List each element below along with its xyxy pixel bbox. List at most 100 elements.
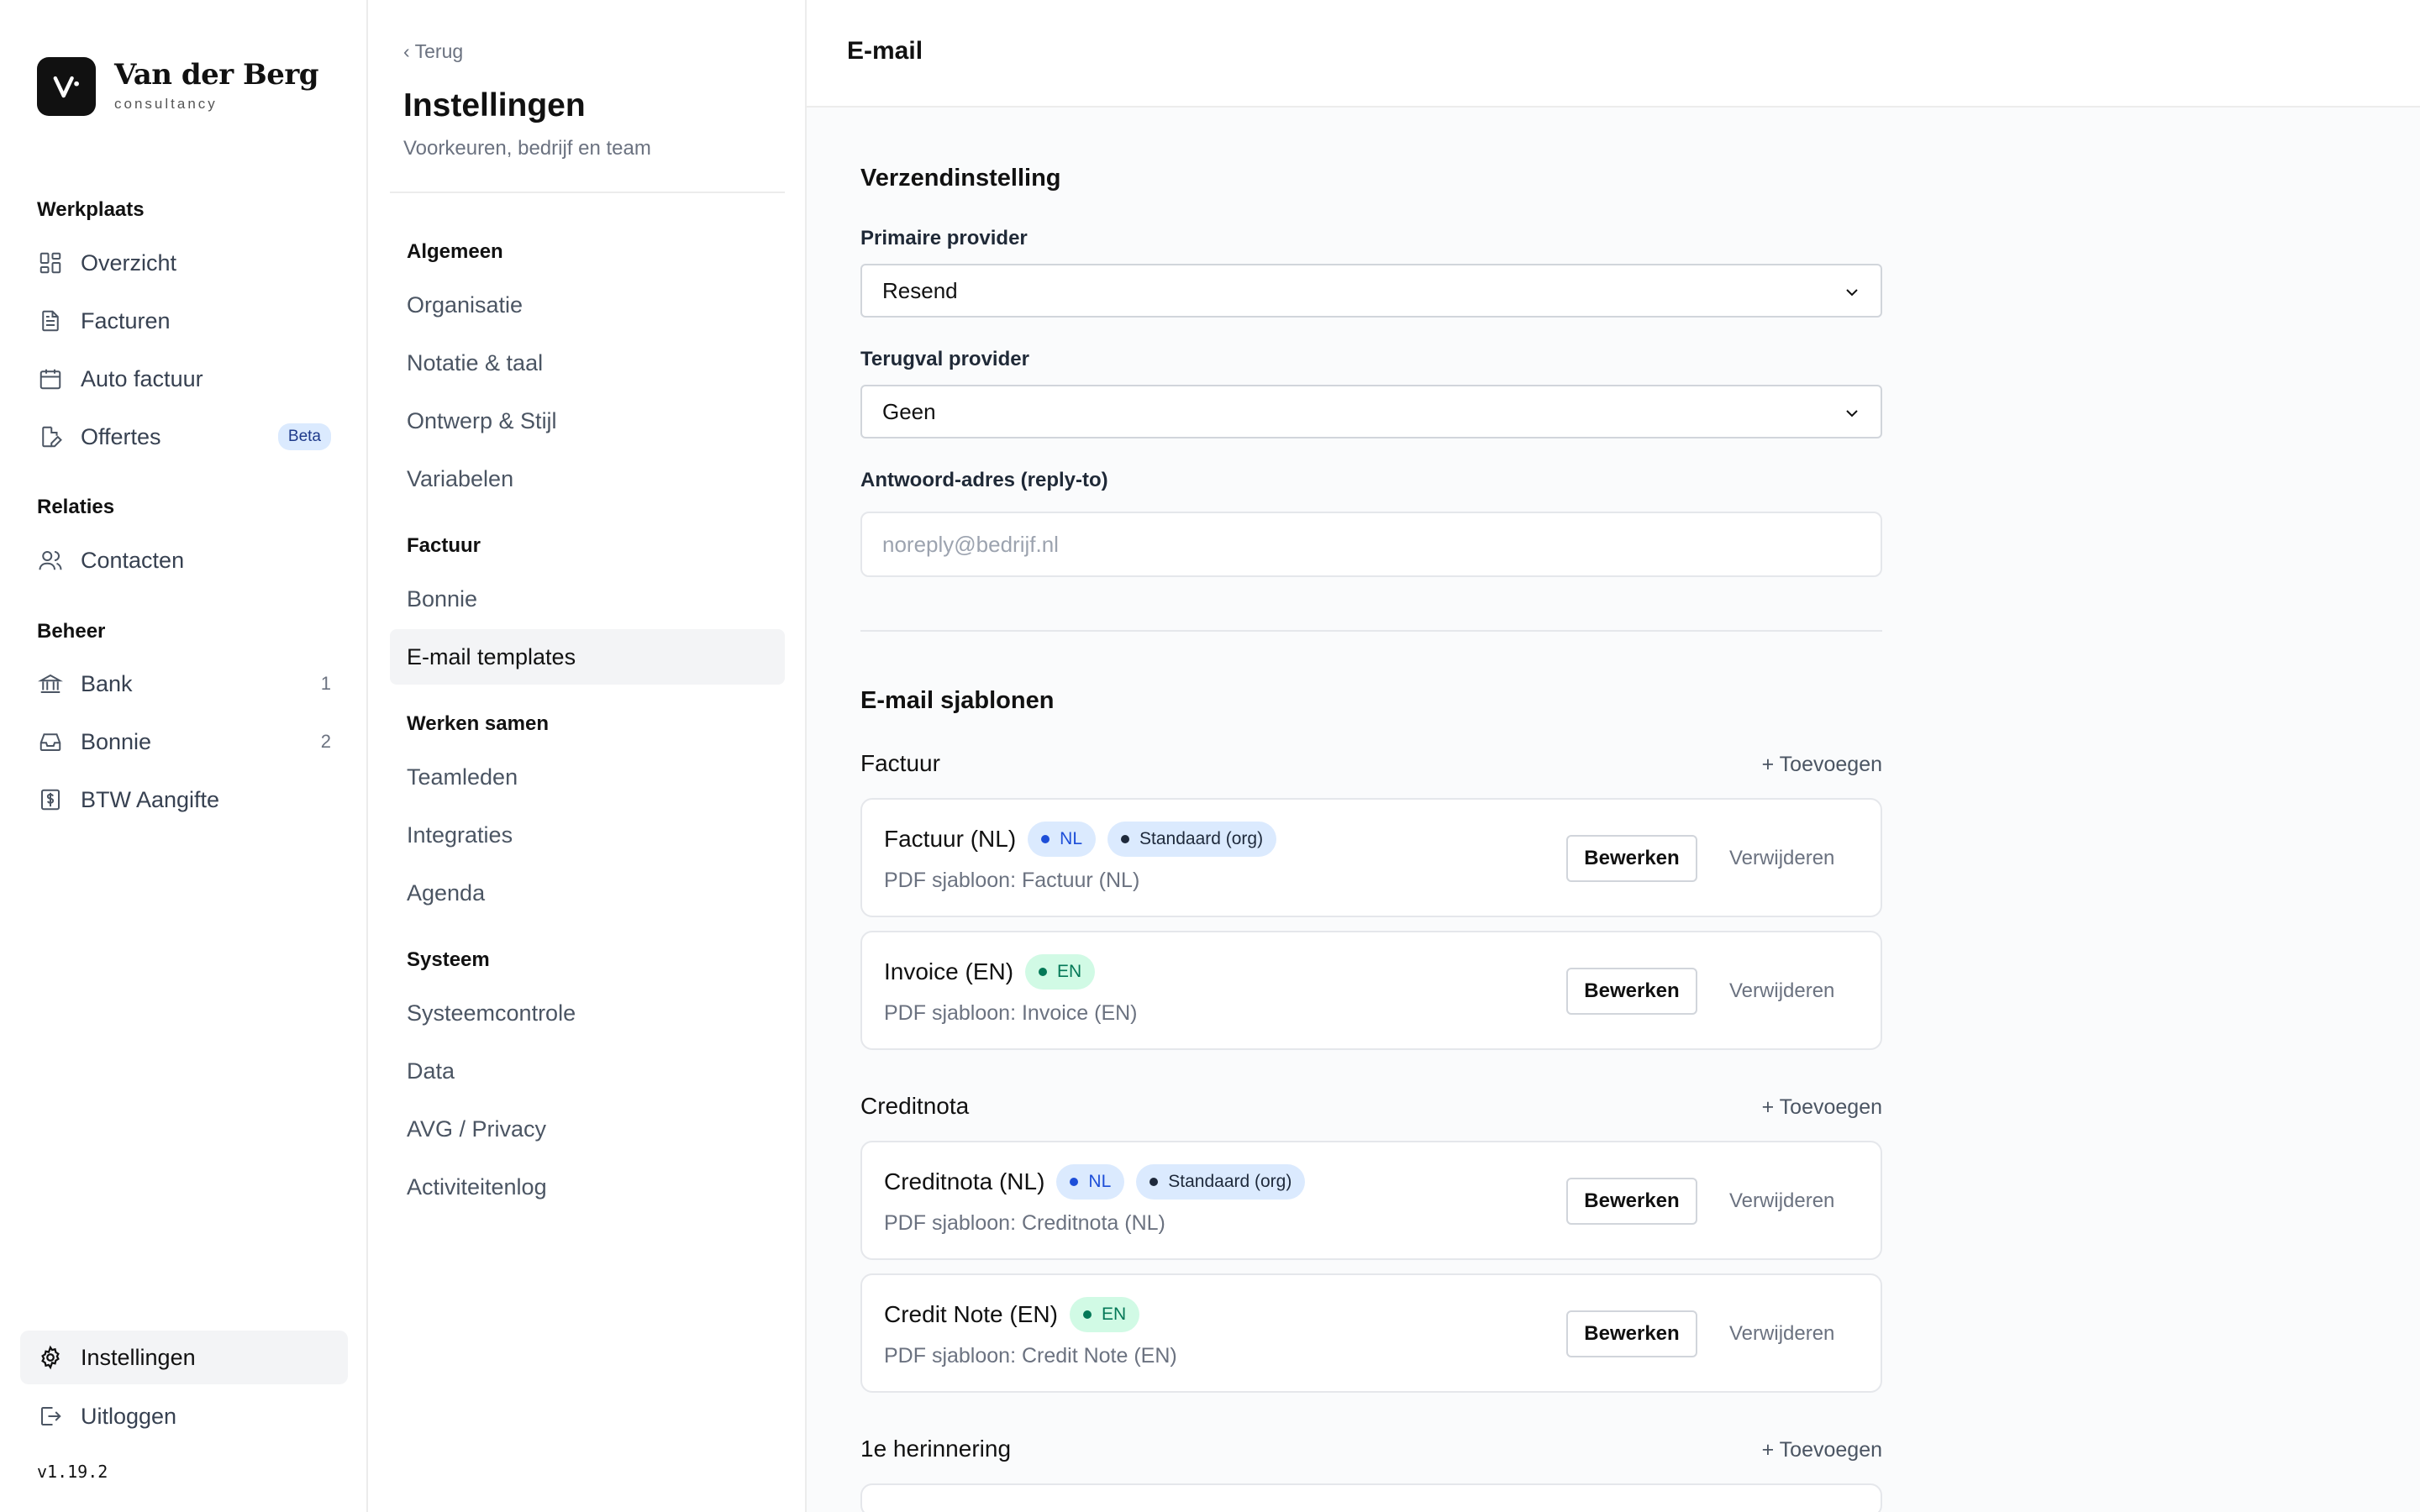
default-badge: Standaard (org) xyxy=(1107,822,1277,857)
beta-badge: Beta xyxy=(277,423,331,450)
template-card-factuur-nl: Factuur (NL) NL Standaard (org) PDF sjab… xyxy=(860,798,1882,917)
nav-item-bonnie[interactable]: Bonnie 2 xyxy=(20,715,348,769)
subnav-group-factuur: Factuur xyxy=(407,534,481,557)
main-content: E-mail Verzendinstelling Primaire provid… xyxy=(807,0,2420,1512)
gear-icon xyxy=(37,1344,64,1371)
primary-provider-select[interactable]: Resend xyxy=(860,264,1882,318)
inbox-icon xyxy=(37,728,64,755)
bonnie-count: 2 xyxy=(320,731,331,752)
dot-icon xyxy=(1070,1178,1079,1186)
template-pdf-label: PDF sjabloon: Factuur (NL) xyxy=(884,869,1140,892)
template-card-invoice-en: Invoice (EN) EN PDF sjabloon: Invoice (E… xyxy=(860,931,1882,1050)
subnav-item-teamleden[interactable]: Teamleden xyxy=(390,749,785,805)
subnav-item-systeemcontrole[interactable]: Systeemcontrole xyxy=(390,985,785,1041)
primary-provider-label: Primaire provider xyxy=(860,227,1028,249)
subnav-item-email-templates[interactable]: E-mail templates xyxy=(390,629,785,685)
section-divider xyxy=(860,630,1882,632)
category-creditnota: Creditnota xyxy=(860,1093,970,1119)
add-herinnering-template-link[interactable]: + Toevoegen xyxy=(1762,1438,1882,1462)
subnav-item-avg-privacy[interactable]: AVG / Privacy xyxy=(390,1101,785,1157)
default-badge: Standaard (org) xyxy=(1136,1164,1306,1200)
delete-link[interactable]: Verwijderen xyxy=(1729,1322,1834,1346)
logo-icon xyxy=(37,57,96,116)
template-name: Factuur (NL) xyxy=(884,826,1017,852)
add-factuur-template-link[interactable]: + Toevoegen xyxy=(1762,753,1882,777)
category-factuur: Factuur xyxy=(860,750,940,776)
section-title-email-sjablonen: E-mail sjablonen xyxy=(860,687,1055,714)
reply-to-input[interactable] xyxy=(860,512,1882,577)
subnav-item-data[interactable]: Data xyxy=(390,1043,785,1099)
nav-section-relaties: Relaties xyxy=(37,496,115,518)
edit-button[interactable]: Bewerken xyxy=(1566,968,1697,1015)
nav-section-werkplaats: Werkplaats xyxy=(37,198,145,221)
subnav-item-ontwerp-stijl[interactable]: Ontwerp & Stijl xyxy=(390,393,785,449)
brand-name: Van der Berg xyxy=(114,58,319,92)
nav-item-auto-factuur[interactable]: Auto factuur xyxy=(20,352,348,406)
subnav-item-organisatie[interactable]: Organisatie xyxy=(390,277,785,333)
language-badge-nl: NL xyxy=(1028,822,1097,857)
calendar-icon xyxy=(37,365,64,392)
nav-item-contacten[interactable]: Contacten xyxy=(20,533,348,587)
nav-item-label: Bonnie xyxy=(81,728,152,754)
template-pdf-label: PDF sjabloon: Credit Note (EN) xyxy=(884,1344,1177,1368)
grid-icon xyxy=(37,249,64,276)
template-name: Creditnota (NL) xyxy=(884,1168,1045,1194)
primary-provider-value: Resend xyxy=(882,277,958,303)
brand[interactable]: Van der Berg consultancy xyxy=(37,57,319,116)
nav-item-label: Facturen xyxy=(81,307,171,333)
bank-icon xyxy=(37,670,64,697)
logout-icon xyxy=(37,1403,64,1430)
dot-icon xyxy=(1121,835,1130,843)
nav-item-overzicht[interactable]: Overzicht xyxy=(20,236,348,290)
nav-item-offertes[interactable]: Offertes Beta xyxy=(20,410,348,464)
template-pdf-label: PDF sjabloon: Invoice (EN) xyxy=(884,1001,1138,1025)
chevron-down-icon xyxy=(1846,410,1858,417)
edit-button[interactable]: Bewerken xyxy=(1566,835,1697,882)
receipt-dollar-icon xyxy=(37,786,64,813)
reply-to-label: Antwoord-adres (reply-to) xyxy=(860,469,1108,491)
delete-link[interactable]: Verwijderen xyxy=(1729,979,1834,1003)
subnav-item-bonnie[interactable]: Bonnie xyxy=(390,571,785,627)
template-name: Invoice (EN) xyxy=(884,958,1014,984)
dot-icon xyxy=(1082,1310,1092,1319)
section-title-verzendinstelling: Verzendinstelling xyxy=(860,165,1061,192)
chevron-down-icon xyxy=(1846,289,1858,297)
subnav-item-integraties[interactable]: Integraties xyxy=(390,807,785,863)
nav-item-btw-aangifte[interactable]: BTW Aangifte xyxy=(20,773,348,827)
subnav-item-agenda[interactable]: Agenda xyxy=(390,865,785,921)
nav-item-bank[interactable]: Bank 1 xyxy=(20,657,348,711)
delete-link[interactable]: Verwijderen xyxy=(1729,847,1834,870)
subnav-item-variabelen[interactable]: Variabelen xyxy=(390,451,785,507)
edit-button[interactable]: Bewerken xyxy=(1566,1310,1697,1357)
subnav-item-notatie-taal[interactable]: Notatie & taal xyxy=(390,335,785,391)
template-name: Credit Note (EN) xyxy=(884,1301,1058,1327)
settings-title: Instellingen xyxy=(403,87,586,123)
nav-item-label: Auto factuur xyxy=(81,365,203,391)
fallback-provider-select[interactable]: Geen xyxy=(860,385,1882,438)
language-badge-en: EN xyxy=(1025,954,1096,990)
main-header: E-mail xyxy=(807,0,2420,108)
nav-item-label: BTW Aangifte xyxy=(81,786,220,812)
nav-item-facturen[interactable]: Facturen xyxy=(20,294,348,348)
nav-item-uitloggen[interactable]: Uitloggen xyxy=(20,1389,348,1443)
subnav-group-algemeen: Algemeen xyxy=(407,240,503,263)
edit-button[interactable]: Bewerken xyxy=(1566,1178,1697,1225)
back-link[interactable]: ‹ Terug xyxy=(403,40,463,63)
nav-item-label: Offertes xyxy=(81,423,161,449)
template-card-partial xyxy=(860,1483,1882,1512)
nav-item-label: Bank xyxy=(81,670,133,696)
dot-icon xyxy=(1041,835,1050,843)
nav-item-label: Contacten xyxy=(81,547,185,573)
delete-link[interactable]: Verwijderen xyxy=(1729,1189,1834,1213)
language-badge-en: EN xyxy=(1069,1297,1140,1332)
nav-item-label: Instellingen xyxy=(81,1344,196,1370)
add-creditnota-template-link[interactable]: + Toevoegen xyxy=(1762,1095,1882,1120)
bank-count: 1 xyxy=(320,673,331,694)
subnav-item-activiteitenlog[interactable]: Activiteitenlog xyxy=(390,1159,785,1215)
nav-section-beheer: Beheer xyxy=(37,620,106,643)
page-title: E-mail xyxy=(847,37,923,65)
settings-description: Voorkeuren, bedrijf en team xyxy=(403,137,651,160)
nav-item-label: Uitloggen xyxy=(81,1403,177,1429)
nav-item-instellingen[interactable]: Instellingen xyxy=(20,1331,348,1384)
language-badge-nl: NL xyxy=(1056,1164,1125,1200)
